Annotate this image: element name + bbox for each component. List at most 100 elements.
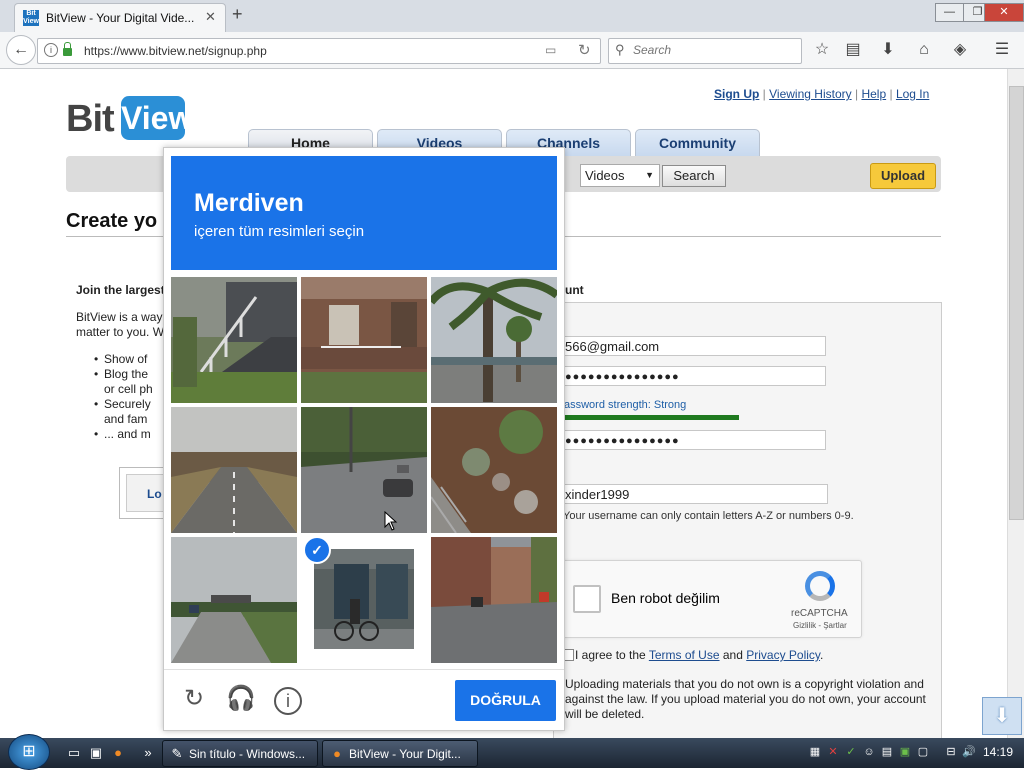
taskbar-item-label: Sin título - Windows...: [189, 747, 306, 761]
quicklaunch-more-icon[interactable]: »: [140, 745, 156, 761]
sign-up-link[interactable]: Sign Up: [714, 87, 759, 101]
firefox-icon: ●: [333, 746, 341, 761]
logo-view-text: View: [121, 96, 193, 140]
site-info-icon[interactable]: i: [44, 43, 58, 57]
reader-view-icon[interactable]: ▭: [545, 43, 556, 57]
downloads-icon[interactable]: ⬇: [877, 40, 899, 60]
clock[interactable]: 14:19: [983, 745, 1013, 759]
separator: |: [854, 87, 859, 101]
recaptcha-privacy-terms[interactable]: Gizlilik - Şartlar: [793, 621, 847, 630]
username-field[interactable]: xinder1999: [560, 484, 828, 504]
recaptcha-brand: reCAPTCHA: [791, 608, 848, 619]
tray-check-icon[interactable]: ✓: [844, 745, 858, 759]
bookmark-star-icon[interactable]: ☆: [811, 40, 833, 60]
tab-title: BitView - Your Digital Vide...: [46, 11, 195, 25]
captcha-tile-stairs-porch[interactable]: [171, 277, 297, 403]
captcha-tile-city-street[interactable]: [431, 537, 557, 663]
separator: |: [762, 87, 766, 101]
recaptcha-challenge-dialog: Merdiven içeren tüm resimleri seçin ✓ ↻ …: [163, 147, 565, 731]
pocket-icon[interactable]: ◈: [949, 40, 971, 60]
show-desktop-icon[interactable]: ▭: [66, 745, 82, 761]
password-strength-text: assword strength: Strong: [564, 399, 687, 411]
captcha-tile-intersection[interactable]: [301, 407, 427, 533]
tray-display-icon[interactable]: ▤: [880, 745, 894, 759]
challenge-footer-divider: [164, 669, 564, 670]
challenge-header: Merdiven içeren tüm resimleri seçin: [171, 156, 557, 270]
recaptcha-widget: Ben robot değilim reCAPTCHA Gizlilik - Ş…: [560, 560, 862, 638]
bitview-favicon-icon: Bit View: [23, 10, 39, 26]
info-icon[interactable]: i: [274, 687, 302, 715]
tray-monitor-icon[interactable]: ▢: [916, 745, 930, 759]
reload-icon[interactable]: ↻: [578, 41, 591, 59]
help-link[interactable]: Help: [861, 87, 886, 101]
agree-and: and: [719, 648, 747, 662]
notepad-icon: ✎: [171, 746, 183, 761]
menu-icon[interactable]: ☰: [991, 40, 1013, 60]
url-text: https://www.bitview.net/signup.php: [84, 44, 267, 58]
logo-bit-text: Bit: [66, 98, 115, 140]
challenge-instruction: içeren tüm resimleri seçin: [194, 223, 365, 240]
tray-security-icon[interactable]: ✕: [826, 745, 840, 759]
tray-app-icon[interactable]: ▣: [898, 745, 912, 759]
separator: |: [889, 87, 893, 101]
search-icon: ⚲: [615, 42, 625, 57]
username-hint: Your username can only contain letters A…: [563, 510, 854, 522]
reload-icon[interactable]: ↻: [179, 684, 209, 714]
privacy-policy-link[interactable]: Privacy Policy: [746, 648, 820, 662]
tray-network-status-icon[interactable]: ⊟: [944, 745, 958, 759]
log-in-link[interactable]: Log In: [896, 87, 929, 101]
join-heading: Join the largest: [76, 283, 165, 297]
site-search-button[interactable]: Search: [662, 165, 726, 187]
scrollbar-thumb[interactable]: [1009, 86, 1024, 520]
headphones-icon[interactable]: 🎧: [226, 684, 256, 714]
browser-search-input[interactable]: [631, 42, 795, 58]
taskbar-item-notepad[interactable]: ✎ Sin título - Windows...: [162, 740, 318, 767]
copyright-warning: Uploading materials that you do not own …: [565, 677, 926, 721]
bitview-logo[interactable]: Bit View: [66, 92, 193, 144]
terms-of-use-link[interactable]: Terms of Use: [649, 648, 720, 662]
confirm-password-field[interactable]: ●●●●●●●●●●●●●●●: [560, 430, 826, 450]
download-arrow-icon[interactable]: ⬇: [982, 697, 1022, 735]
close-tab-icon[interactable]: ✕: [205, 9, 216, 25]
tray-users-icon[interactable]: ☺: [862, 745, 876, 759]
search-scope-select[interactable]: Videos ▼: [580, 164, 660, 187]
start-button[interactable]: ⊞: [8, 734, 50, 770]
browser-search-box[interactable]: ⚲: [608, 38, 802, 64]
captcha-tile-house-porch[interactable]: [301, 277, 427, 403]
volume-icon[interactable]: 🔊: [962, 745, 976, 759]
agree-prefix: I agree to the: [575, 648, 649, 662]
new-tab-button[interactable]: +: [232, 4, 243, 25]
browser-tab[interactable]: Bit View BitView - Your Digital Vide... …: [14, 3, 226, 33]
mouse-cursor-icon: [384, 511, 398, 531]
password-field[interactable]: ●●●●●●●●●●●●●●●: [560, 366, 826, 386]
back-button[interactable]: ←: [6, 35, 36, 65]
address-bar[interactable]: i https://www.bitview.net/signup.php ▭ ↻: [37, 38, 601, 64]
agree-text: I agree to the Terms of Use and Privacy …: [575, 648, 823, 662]
lock-icon: [63, 42, 72, 56]
captcha-tile-rural-road[interactable]: [171, 407, 297, 533]
recaptcha-checkbox[interactable]: [573, 585, 601, 613]
minimize-button[interactable]: —: [935, 3, 964, 22]
search-scope-value: Videos: [585, 168, 625, 183]
bookmarks-library-icon[interactable]: ▤: [842, 40, 864, 60]
agree-suffix: .: [820, 648, 824, 662]
recaptcha-logo-icon: [805, 571, 835, 601]
viewing-history-link[interactable]: Viewing History: [769, 87, 851, 101]
captcha-tile-palm-street[interactable]: [431, 277, 557, 403]
window-close-button[interactable]: ✕: [984, 3, 1024, 22]
captcha-tile-highway[interactable]: [171, 537, 297, 663]
email-field[interactable]: 566@gmail.com: [560, 336, 826, 356]
intro-text: BitView is a way matter to you. W: [76, 310, 165, 339]
explorer-icon[interactable]: ▣: [88, 745, 104, 761]
taskbar-item-firefox[interactable]: ● BitView - Your Digit...: [322, 740, 478, 767]
tab-community[interactable]: Community: [635, 129, 760, 157]
chevron-down-icon: ▼: [645, 170, 654, 180]
firefox-icon[interactable]: ●: [110, 745, 126, 761]
home-icon[interactable]: ⌂: [913, 40, 935, 60]
top-links: Sign Up | Viewing History | Help | Log I…: [714, 87, 929, 101]
upload-button[interactable]: Upload: [870, 163, 936, 189]
taskbar-item-label: BitView - Your Digit...: [349, 747, 461, 761]
tray-network-icon[interactable]: ▦: [808, 745, 822, 759]
captcha-tile-rocky-steps[interactable]: [431, 407, 557, 533]
verify-button[interactable]: DOĞRULA: [455, 680, 556, 721]
